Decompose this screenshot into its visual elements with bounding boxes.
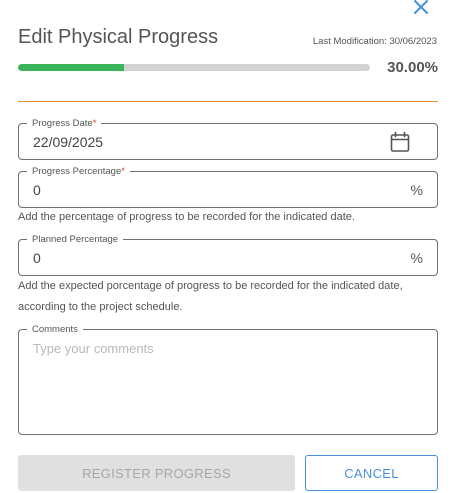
required-marker: * xyxy=(92,118,97,129)
comments-textarea[interactable]: Comments Type your comments xyxy=(18,323,438,435)
cancel-button[interactable]: CANCEL xyxy=(305,455,438,491)
progress-percentage-label: Progress Percentage* xyxy=(27,165,130,178)
divider xyxy=(18,101,438,102)
progress-date-label: Progress Date* xyxy=(27,117,102,130)
close-icon[interactable] xyxy=(410,0,432,18)
progress-percentage-text: 30.00% xyxy=(387,59,438,76)
progress-percentage-field[interactable]: Progress Percentage* 0 % xyxy=(18,165,438,208)
progress-bar-fill xyxy=(18,64,124,71)
percent-suffix: % xyxy=(410,249,423,266)
calendar-icon[interactable] xyxy=(389,131,411,153)
comments-placeholder: Type your comments xyxy=(33,341,154,356)
comments-label: Comments xyxy=(27,323,83,336)
dialog-title: Edit Physical Progress xyxy=(18,26,219,48)
progress-bar xyxy=(18,64,370,71)
percent-suffix: % xyxy=(410,181,423,198)
progress-percentage-input[interactable]: 0 xyxy=(33,182,41,198)
planned-percentage-help: Add the expected porcentage of progress … xyxy=(18,280,403,313)
planned-percentage-input[interactable]: 0 xyxy=(33,250,41,266)
last-modification-text: Last Modification: 30/06/2023 xyxy=(312,36,437,47)
progress-date-value[interactable]: 22/09/2025 xyxy=(33,134,103,150)
planned-percentage-field[interactable]: Planned Percentage 0 % xyxy=(18,233,438,276)
progress-date-field[interactable]: Progress Date* 22/09/2025 xyxy=(18,117,438,160)
progress-percentage-help: Add the percentage of progress to be rec… xyxy=(18,211,355,223)
register-progress-button[interactable]: REGISTER PROGRESS xyxy=(18,455,295,491)
planned-percentage-label: Planned Percentage xyxy=(27,233,124,246)
required-marker: * xyxy=(121,166,125,177)
